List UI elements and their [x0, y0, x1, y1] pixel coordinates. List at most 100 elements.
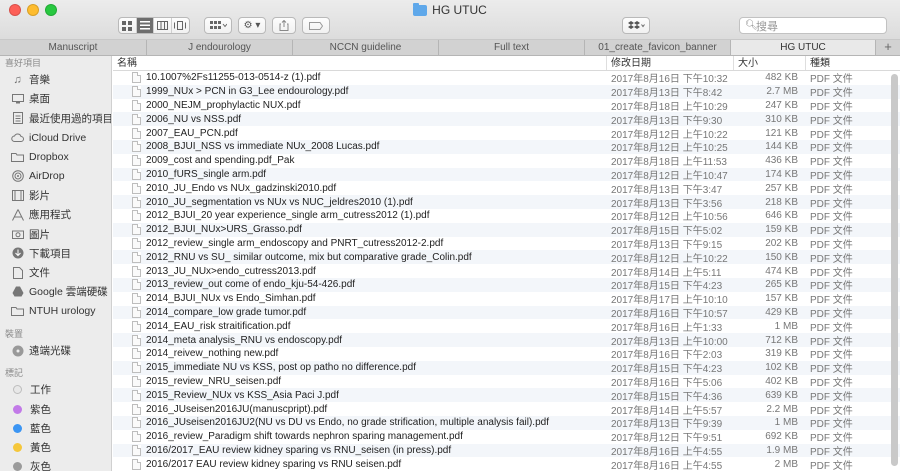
- file-row[interactable]: 2008_BJUI_NSS vs immediate NUx_2008 Luca…: [113, 139, 900, 155]
- file-row[interactable]: 2013_JU_NUx>endo_cutress2013.pdf 2017年8月1…: [113, 264, 900, 279]
- file-row[interactable]: 2014_EAU_risk straitification.pdf 2017年8月…: [113, 319, 900, 334]
- column-header-kind[interactable]: 種類: [806, 56, 900, 70]
- file-row[interactable]: 2016/2017 EAU review kidney sparing vs R…: [113, 457, 900, 471]
- tab-full-text[interactable]: Full text: [439, 40, 585, 55]
- vertical-scrollbar[interactable]: [891, 74, 898, 466]
- sidebar-item-applications[interactable]: 應用程式: [0, 205, 111, 224]
- file-row[interactable]: 2015_immediate NU vs KSS, post op patho …: [113, 360, 900, 375]
- file-row[interactable]: 2007_EAU_PCN.pdf 2017年8月12日 上午10:22 121 KB…: [113, 126, 900, 141]
- file-row[interactable]: 2012_BJUI_NUx>URS_Grasso.pdf 2017年8月15日 下…: [113, 222, 900, 238]
- list-view-button[interactable]: [136, 18, 154, 33]
- action-button[interactable]: ⚙ ▾: [238, 17, 266, 34]
- file-row[interactable]: 2010_JU_Endo vs NUx_gadzinski2010.pdf 201…: [113, 181, 900, 196]
- column-header-date-modified[interactable]: 修改日期: [607, 56, 734, 70]
- optical-disc-icon: [11, 344, 24, 357]
- file-row[interactable]: 2010_JU_segmentation vs NUx vs NUC_jeldr…: [113, 195, 900, 210]
- file-row[interactable]: 2014_meta analysis_RNU vs endoscopy.pdf 2…: [113, 333, 900, 348]
- column-header-size[interactable]: 大小: [734, 56, 806, 70]
- file-row[interactable]: 2013_review_out come of endo_kju-54-426.…: [113, 277, 900, 292]
- file-row[interactable]: 2016_JUseisen2016JU(manuscpript).pdf 2017…: [113, 402, 900, 417]
- file-kind: PDF 文件: [810, 198, 853, 210]
- new-tab-button[interactable]: +: [876, 40, 900, 55]
- sidebar-item-label: iCloud Drive: [29, 131, 87, 144]
- file-name-cell: 2016_JUseisen2016JU2(NU vs DU vs Endo, n…: [113, 417, 607, 429]
- sidebar-item-remote-disc[interactable]: 遠端光碟: [0, 341, 111, 360]
- search-input[interactable]: 🔍︎ 搜尋: [739, 17, 887, 34]
- sidebar-tag-gray[interactable]: 灰色: [0, 457, 111, 471]
- sidebar-item-downloads[interactable]: 下載項目: [0, 244, 111, 263]
- file-name: 2015_review_NRU_seisen.pdf: [146, 375, 282, 387]
- music-note-icon: ♫: [13, 73, 22, 86]
- file-date-modified: 2017年8月14日 上午5:11: [611, 267, 722, 279]
- sidebar-tag-yellow[interactable]: 黃色: [0, 438, 111, 457]
- pdf-file-icon: [132, 72, 141, 84]
- file-name-cell: 2008_BJUI_NSS vs immediate NUx_2008 Luca…: [113, 141, 607, 153]
- sidebar-item-pictures[interactable]: 圖片: [0, 224, 111, 243]
- google-drive-icon: [11, 285, 24, 298]
- file-kind: PDF 文件: [810, 157, 853, 169]
- file-size: 319 KB: [765, 348, 798, 360]
- file-row[interactable]: 2012_review_single arm_endoscopy and PNR…: [113, 237, 900, 251]
- file-date-modified: 2017年8月12日 上午10:25: [611, 143, 728, 155]
- file-row[interactable]: 2000_NEJM_prophylactic NUX.pdf 2017年8月18日…: [113, 99, 900, 113]
- sidebar-item-music[interactable]: ♫ 音樂: [0, 70, 111, 89]
- pdf-file-icon: [132, 334, 141, 346]
- cover-flow-view-button[interactable]: [172, 18, 189, 33]
- sidebar-item-movies[interactable]: 影片: [0, 186, 111, 205]
- sidebar-tag-work[interactable]: 工作: [0, 380, 111, 399]
- file-row[interactable]: 2010_fURS_single arm.pdf 2017年8月12日 上午10:…: [113, 167, 900, 182]
- sidebar-tag-purple[interactable]: 紫色: [0, 399, 111, 418]
- file-row[interactable]: 2009_cost and spending.pdf_Pak 2017年8月18日…: [113, 154, 900, 168]
- tab-manuscript[interactable]: Manuscript: [0, 40, 147, 55]
- folder-icon: [11, 150, 24, 163]
- file-date-modified: 2017年8月15日 下午5:02: [611, 226, 723, 238]
- sidebar-item-google-drive[interactable]: Google 雲端硬碟: [0, 282, 111, 301]
- group-by-button[interactable]: [204, 17, 232, 34]
- tab-hg-utuc[interactable]: HG UTUC: [731, 40, 876, 55]
- file-row[interactable]: 2015_review_NRU_seisen.pdf 2017年8月16日 下午5…: [113, 375, 900, 389]
- sidebar-item-icloud-drive[interactable]: iCloud Drive: [0, 128, 111, 147]
- file-name: 2006_NU vs NSS.pdf: [146, 113, 242, 125]
- file-row[interactable]: 2016_JUseisen2016JU2(NU vs DU vs Endo, n…: [113, 415, 900, 430]
- share-button[interactable]: [272, 17, 296, 34]
- file-row[interactable]: 2014_reivew_nothing new.pdf 2017年8月16日 下午…: [113, 347, 900, 361]
- sidebar-item-dropbox[interactable]: Dropbox: [0, 147, 111, 166]
- tab-create-favicon-banner[interactable]: 01_create_favicon_banner: [585, 40, 731, 55]
- dropbox-button[interactable]: [622, 17, 650, 34]
- pdf-file-icon: [132, 182, 141, 194]
- file-row[interactable]: 2014_compare_low grade tumor.pdf 2017年8月1…: [113, 305, 900, 320]
- file-date-modified: 2017年8月16日 下午10:32: [611, 74, 728, 86]
- edit-tags-button[interactable]: [302, 17, 330, 34]
- file-size: 692 KB: [765, 431, 798, 443]
- file-row[interactable]: 2006_NU vs NSS.pdf 2017年8月13日 下午9:30 310 K…: [113, 112, 900, 127]
- file-row[interactable]: 2015_Review_NUx vs KSS_Asia Paci J.pdf 20…: [113, 388, 900, 403]
- group-grid-icon: [205, 18, 231, 33]
- sidebar-item-desktop[interactable]: 桌面: [0, 89, 111, 108]
- sidebar-item-recents[interactable]: 最近使用過的項目: [0, 109, 111, 128]
- sidebar-item-documents[interactable]: 文件: [0, 263, 111, 282]
- file-row[interactable]: 10.1007%2Fs11255-013-0514-z (1).pdf 2017年…: [113, 71, 900, 85]
- pdf-file-icon: [132, 431, 141, 443]
- file-row[interactable]: 2016/2017_EAU review kidney sparing vs R…: [113, 443, 900, 458]
- file-row[interactable]: 2012_RNU vs SU_ similar outcome, mix but…: [113, 250, 900, 265]
- file-size: 1.9 MB: [766, 444, 798, 456]
- sidebar-item-ntuh-urology[interactable]: NTUH urology: [0, 302, 111, 321]
- sidebar-tag-blue[interactable]: 藍色: [0, 419, 111, 438]
- file-row[interactable]: 2014_BJUI_NUx vs Endo_Simhan.pdf 2017年8月1…: [113, 292, 900, 306]
- file-row[interactable]: 2016_review_Paradigm shift towards nephr…: [113, 430, 900, 444]
- grid-chevron-icon: [209, 21, 227, 29]
- column-header-row: 名稱 修改日期 大小 種類: [113, 56, 900, 71]
- sidebar-item-airdrop[interactable]: AirDrop: [0, 166, 111, 185]
- column-view-button[interactable]: [154, 18, 172, 33]
- icon-view-button[interactable]: [119, 18, 137, 33]
- tab-nccn-guideline[interactable]: NCCN guideline: [293, 40, 439, 55]
- file-row[interactable]: 1999_NUx > PCN in G3_Lee endourology.pdf…: [113, 84, 900, 99]
- file-kind: PDF 文件: [810, 253, 853, 265]
- column-header-name[interactable]: 名稱: [113, 56, 607, 70]
- tag-icon: [303, 18, 329, 33]
- file-size: 218 KB: [765, 196, 798, 208]
- tab-j-endourology[interactable]: J endourology: [147, 40, 293, 55]
- file-row[interactable]: 2012_BJUI_20 year experience_single arm_…: [113, 209, 900, 223]
- file-name-cell: 2014_BJUI_NUx vs Endo_Simhan.pdf: [113, 293, 607, 305]
- gear-icon: ⚙ ▾: [243, 20, 261, 31]
